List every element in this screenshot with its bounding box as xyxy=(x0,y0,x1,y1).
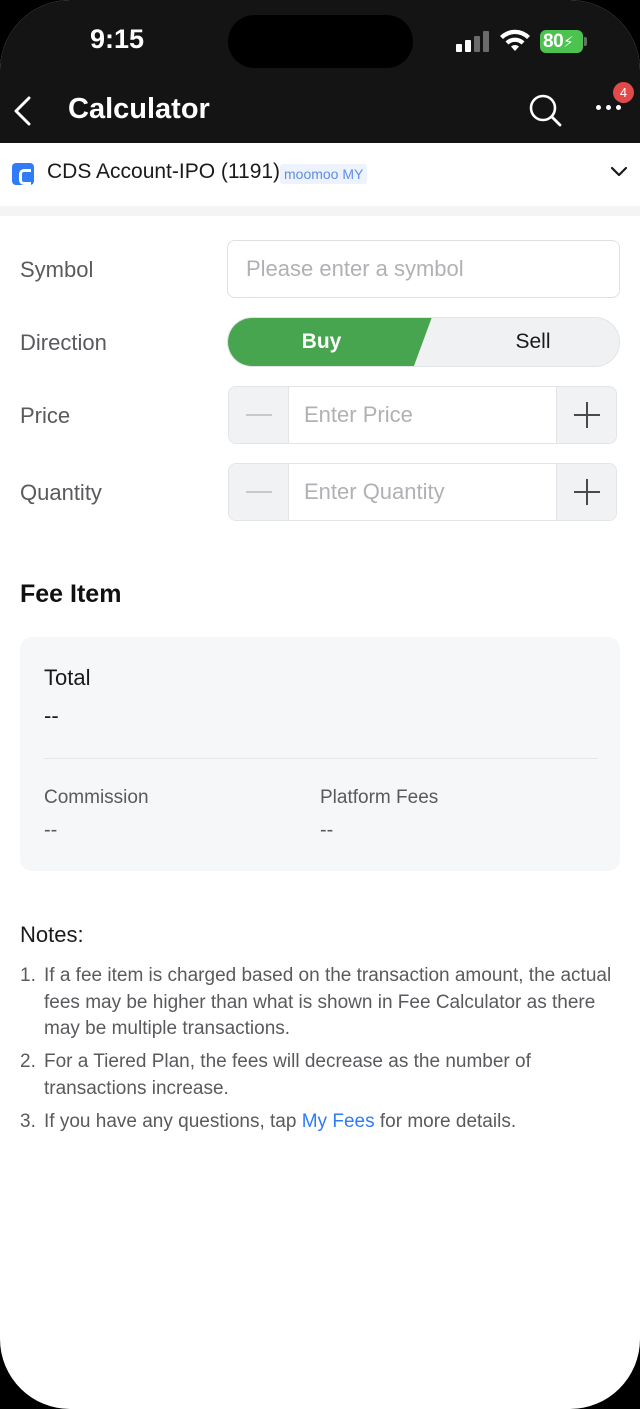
battery-cap xyxy=(584,37,587,46)
price-input[interactable]: Enter Price xyxy=(304,387,413,443)
price-stepper: Enter Price xyxy=(228,386,617,444)
dynamic-island xyxy=(228,15,413,68)
symbol-label: Symbol xyxy=(20,257,94,282)
direction-label: Direction xyxy=(20,330,107,355)
notes-title: Notes: xyxy=(20,922,84,947)
total-label: Total xyxy=(44,665,91,690)
battery-level: 80 xyxy=(543,31,564,52)
chevron-down-icon[interactable] xyxy=(610,165,628,179)
note-number: 3. xyxy=(20,1111,36,1132)
price-decrement-button[interactable] xyxy=(229,387,289,443)
note-text: For a Tiered Plan, the fees will decreas… xyxy=(44,1051,531,1099)
price-label: Price xyxy=(20,403,71,428)
platform-fees-value: -- xyxy=(320,819,334,841)
quantity-input[interactable]: Enter Quantity xyxy=(304,464,445,520)
note-item: 3. If you have any questions, tap My Fee… xyxy=(20,1109,620,1136)
account-selector[interactable]: CDS Account-IPO (1191) moomoo MY xyxy=(0,143,640,206)
note-text: If a fee item is charged based on the tr… xyxy=(44,965,612,1039)
note-text-post: for more details. xyxy=(374,1111,517,1132)
total-value: -- xyxy=(44,703,59,728)
back-chevron-icon[interactable] xyxy=(12,96,34,126)
quantity-stepper: Enter Quantity xyxy=(228,463,617,521)
direction-toggle: Buy Sell xyxy=(227,317,620,367)
account-icon xyxy=(12,163,34,185)
broker-tag: moomoo MY xyxy=(280,164,368,184)
commission-value: -- xyxy=(44,819,58,841)
note-number: 2. xyxy=(20,1051,36,1072)
notification-badge: 4 xyxy=(613,82,634,103)
my-fees-link[interactable]: My Fees xyxy=(302,1111,375,1132)
search-icon[interactable] xyxy=(528,93,562,127)
phone-screen: 9:15 80⚡ Calculator 4 CDS Account-IPO (1… xyxy=(0,0,640,1409)
fee-item-title: Fee Item xyxy=(20,580,122,608)
status-time: 9:15 xyxy=(90,24,145,54)
battery-indicator: 80⚡ xyxy=(540,30,583,53)
note-text-pre: If you have any questions, tap xyxy=(44,1111,302,1132)
commission-label: Commission xyxy=(44,787,149,808)
price-increment-button[interactable] xyxy=(556,387,616,443)
quantity-increment-button[interactable] xyxy=(556,464,616,520)
fee-card: Total -- Commission -- Platform Fees -- xyxy=(20,637,620,871)
minus-icon xyxy=(246,414,272,416)
top-bar: 9:15 80⚡ Calculator 4 xyxy=(0,0,640,143)
quantity-label: Quantity xyxy=(20,480,102,505)
symbol-input[interactable]: Please enter a symbol xyxy=(227,240,620,298)
note-number: 1. xyxy=(20,965,36,986)
account-name: CDS Account-IPO (1191) xyxy=(47,160,281,183)
note-text: If you have any questions, tap My Fees f… xyxy=(20,1109,620,1136)
sell-button[interactable]: Sell xyxy=(428,318,619,366)
cellular-signal-icon xyxy=(456,30,490,52)
section-divider xyxy=(0,206,640,216)
note-item: 2. For a Tiered Plan, the fees will decr… xyxy=(20,1049,620,1102)
buy-button[interactable]: Buy xyxy=(228,318,432,366)
platform-fees-label: Platform Fees xyxy=(320,787,439,808)
more-options-icon[interactable] xyxy=(596,105,626,115)
fee-divider xyxy=(44,758,598,759)
quantity-decrement-button[interactable] xyxy=(229,464,289,520)
note-item: 1. If a fee item is charged based on the… xyxy=(20,963,620,1043)
page-title: Calculator xyxy=(68,93,210,125)
minus-icon xyxy=(246,491,272,493)
wifi-icon xyxy=(500,29,530,51)
